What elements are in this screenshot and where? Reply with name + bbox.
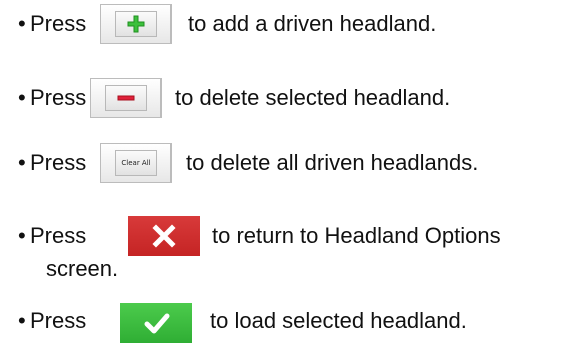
clear-all-label: Clear All: [121, 159, 151, 167]
bullet: •: [18, 308, 26, 333]
instruction-text: to delete all driven headlands.: [186, 150, 479, 175]
press-label: Press: [30, 308, 87, 333]
clear-all-button[interactable]: Clear All: [100, 143, 172, 183]
load-button[interactable]: [120, 303, 192, 343]
instruction-continued: screen.: [46, 256, 119, 281]
return-button[interactable]: [128, 216, 200, 256]
minus-icon: [116, 92, 136, 104]
close-x-icon: [152, 224, 176, 248]
instruction-text: to return to Headland Options: [212, 223, 501, 248]
bullet: •: [18, 223, 26, 248]
press-label: Press: [30, 11, 87, 36]
plus-icon: [126, 14, 146, 34]
instruction-text: to add a driven headland.: [188, 11, 437, 36]
delete-headland-button[interactable]: [90, 78, 162, 118]
add-headland-button[interactable]: [100, 4, 172, 44]
press-label: Press: [30, 85, 87, 110]
bullet: •: [18, 150, 26, 175]
bullet: •: [18, 85, 26, 110]
press-label: Press: [30, 150, 87, 175]
instruction-text: to load selected headland.: [210, 308, 467, 333]
checkmark-icon: [144, 311, 170, 335]
press-label: Press: [30, 223, 87, 248]
bullet: •: [18, 11, 26, 36]
instruction-text: to delete selected headland.: [175, 85, 451, 110]
